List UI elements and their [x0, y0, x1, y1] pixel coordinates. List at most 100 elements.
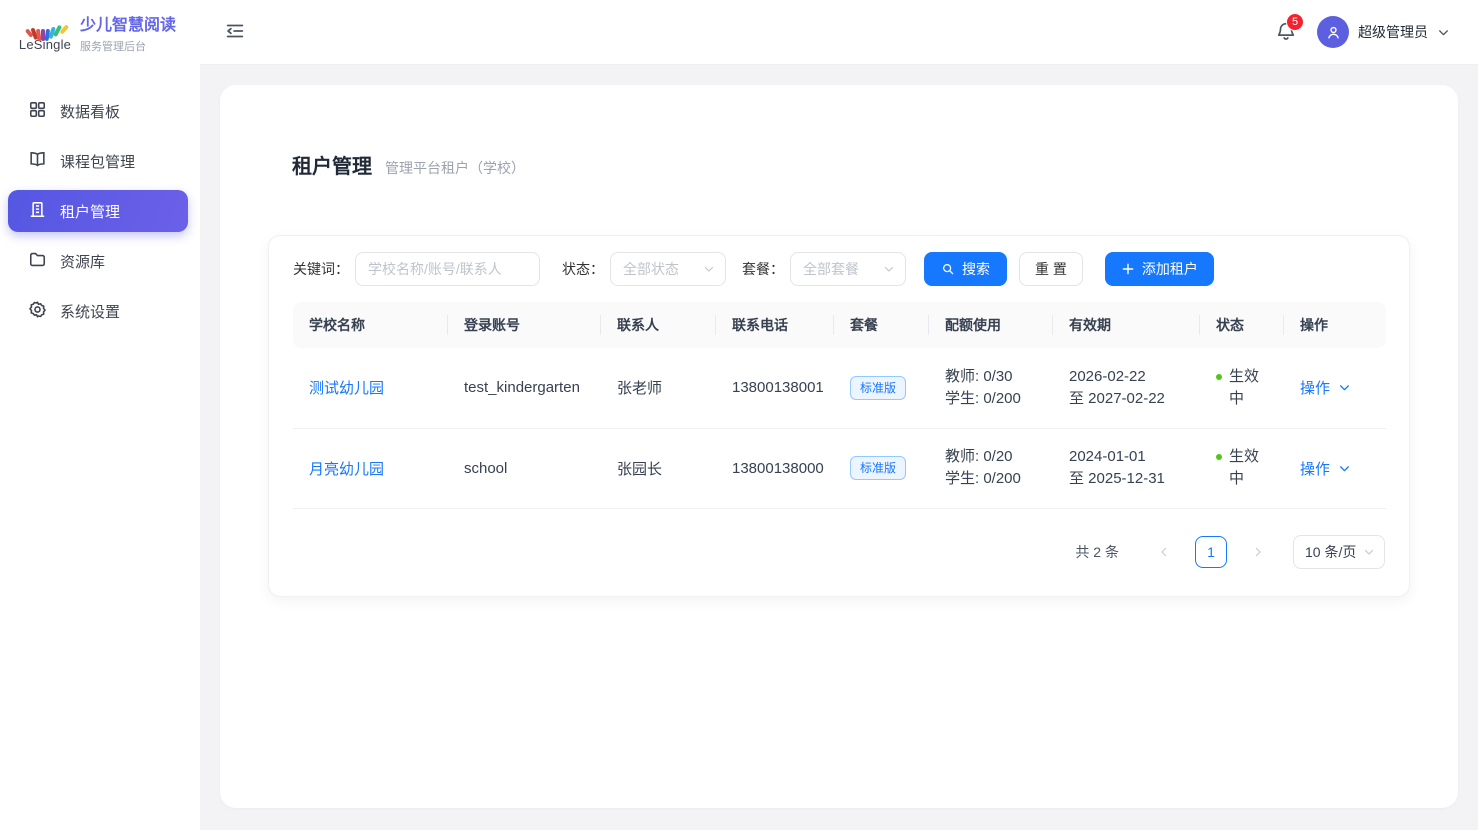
chevron-right-icon: [1252, 546, 1264, 558]
dashboard-icon: [28, 100, 47, 123]
sidebar-item-resource-library[interactable]: 资源库: [8, 240, 188, 282]
sidebar-item-course-packages[interactable]: 课程包管理: [8, 140, 188, 182]
sidebar-item-label: 系统设置: [60, 301, 120, 322]
add-tenant-button[interactable]: 添加租户: [1105, 252, 1214, 286]
sidebar-item-tenant-management[interactable]: 租户管理: [8, 190, 188, 232]
username-label: 超级管理员: [1358, 22, 1428, 42]
sidebar-item-system-settings[interactable]: 系统设置: [8, 290, 188, 332]
validity-cell: 2026-02-22 至 2027-02-22: [1053, 348, 1200, 428]
keyword-input[interactable]: [355, 252, 540, 286]
page-size-select[interactable]: 10 条/页: [1293, 535, 1385, 569]
search-button[interactable]: 搜索: [924, 252, 1007, 286]
column-header-actions: 操作: [1284, 302, 1386, 348]
valid-to: 至 2025-12-31: [1069, 468, 1184, 490]
chevron-down-icon: [703, 263, 715, 275]
filter-bar: 关键词： 状态： 全部状态 套餐： 全部套餐 搜索 重 置: [293, 252, 1385, 286]
pagination-prev-button[interactable]: [1151, 539, 1177, 565]
plan-select[interactable]: 全部套餐: [790, 252, 906, 286]
sidebar-item-label: 数据看板: [60, 101, 120, 122]
folder-icon: [28, 250, 47, 273]
chevron-down-icon: [883, 263, 895, 275]
sidebar: LeSingle 少儿智慧阅读 服务管理后台 数据看板 课程包: [0, 0, 200, 830]
account-cell: test_kindergarten: [448, 348, 601, 428]
row-actions-dropdown[interactable]: 操作: [1300, 377, 1351, 398]
notification-count-badge: 5: [1286, 13, 1304, 31]
tenant-panel: 关键词： 状态： 全部状态 套餐： 全部套餐 搜索 重 置: [268, 235, 1410, 597]
school-name-link[interactable]: 测试幼儿园: [309, 380, 384, 397]
building-icon: [28, 200, 47, 223]
column-header-plan: 套餐: [834, 302, 929, 348]
status-label: 生效中: [1229, 366, 1261, 410]
main-content-card: 租户管理 管理平台租户（学校） 关键词： 状态： 全部状态 套餐： 全部套餐 搜…: [220, 85, 1458, 808]
school-name-link[interactable]: 月亮幼儿园: [309, 461, 384, 478]
user-menu[interactable]: 超级管理员: [1317, 16, 1450, 48]
search-button-label: 搜索: [962, 259, 990, 279]
quota-student: 学生: 0/200: [945, 468, 1037, 490]
column-header-contact: 联系人: [601, 302, 716, 348]
valid-from: 2026-02-22: [1069, 366, 1184, 388]
table-row: 月亮幼儿园 school 张园长 13800138000 标准版 教师: 0/2…: [293, 428, 1386, 508]
quota-teacher: 教师: 0/30: [945, 366, 1037, 388]
reset-button-label: 重 置: [1035, 259, 1067, 279]
status-label: 状态：: [562, 259, 604, 279]
quota-teacher: 教师: 0/20: [945, 446, 1037, 468]
row-actions-dropdown[interactable]: 操作: [1300, 458, 1351, 479]
chevron-down-icon: [1338, 462, 1351, 475]
plan-badge: 标准版: [850, 456, 906, 480]
chevron-down-icon: [1338, 381, 1351, 394]
keyword-label: 关键词：: [293, 259, 349, 279]
tenant-table: 学校名称 登录账号 联系人 联系电话 套餐 配额使用 有效期 状态 操作 测试幼…: [293, 302, 1386, 509]
table-row: 测试幼儿园 test_kindergarten 张老师 13800138001 …: [293, 348, 1386, 428]
sidebar-item-label: 课程包管理: [60, 151, 135, 172]
menu-fold-icon[interactable]: [224, 20, 248, 44]
page-header: 租户管理 管理平台租户（学校）: [220, 85, 1458, 179]
brand-subtitle: 服务管理后台: [80, 38, 176, 54]
pagination-next-button[interactable]: [1245, 539, 1271, 565]
status-label: 生效中: [1229, 446, 1261, 490]
quota-cell: 教师: 0/30 学生: 0/200: [929, 348, 1053, 428]
phone-cell: 13800138000: [716, 428, 834, 508]
top-header: 5 超级管理员: [200, 0, 1478, 65]
action-label: 操作: [1300, 458, 1330, 479]
chevron-left-icon: [1158, 546, 1170, 558]
sidebar-menu: 数据看板 课程包管理 租户管理: [0, 70, 200, 332]
plan-label: 套餐：: [742, 259, 784, 279]
add-tenant-button-label: 添加租户: [1142, 259, 1198, 279]
page-title: 租户管理: [292, 150, 372, 179]
contact-cell: 张园长: [601, 428, 716, 508]
quota-student: 学生: 0/200: [945, 388, 1037, 410]
quota-cell: 教师: 0/20 学生: 0/200: [929, 428, 1053, 508]
notification-bell-icon[interactable]: 5: [1275, 20, 1299, 44]
column-header-account: 登录账号: [448, 302, 601, 348]
pagination: 共 2 条 1 10 条/页: [293, 535, 1385, 569]
lesingle-logo-icon: LeSingle: [22, 18, 68, 52]
pagination-page-1[interactable]: 1: [1195, 536, 1227, 568]
contact-cell: 张老师: [601, 348, 716, 428]
status-select-value: 全部状态: [623, 259, 679, 279]
account-cell: school: [448, 428, 601, 508]
column-header-school-name: 学校名称: [293, 302, 448, 348]
plan-select-value: 全部套餐: [803, 259, 859, 279]
phone-cell: 13800138001: [716, 348, 834, 428]
plus-icon: [1121, 262, 1135, 276]
valid-from: 2024-01-01: [1069, 446, 1184, 468]
plan-badge: 标准版: [850, 376, 906, 400]
book-icon: [28, 150, 47, 173]
action-label: 操作: [1300, 377, 1330, 398]
logo-bars-icon: [26, 18, 65, 36]
pagination-total: 共 2 条: [1075, 542, 1119, 562]
table-header: 学校名称 登录账号 联系人 联系电话 套餐 配额使用 有效期 状态 操作: [293, 302, 1386, 348]
status-select[interactable]: 全部状态: [610, 252, 726, 286]
page-size-value: 10 条/页: [1305, 542, 1356, 562]
column-header-phone: 联系电话: [716, 302, 834, 348]
status-dot-icon: [1216, 454, 1222, 460]
brand-title: 少儿智慧阅读: [80, 16, 176, 36]
column-header-validity: 有效期: [1053, 302, 1200, 348]
avatar: [1317, 16, 1349, 48]
gear-icon: [28, 300, 47, 323]
page-subtitle: 管理平台租户（学校）: [385, 158, 525, 178]
column-header-status: 状态: [1200, 302, 1284, 348]
reset-button[interactable]: 重 置: [1019, 252, 1083, 286]
sidebar-item-dashboard[interactable]: 数据看板: [8, 90, 188, 132]
valid-to: 至 2027-02-22: [1069, 388, 1184, 410]
